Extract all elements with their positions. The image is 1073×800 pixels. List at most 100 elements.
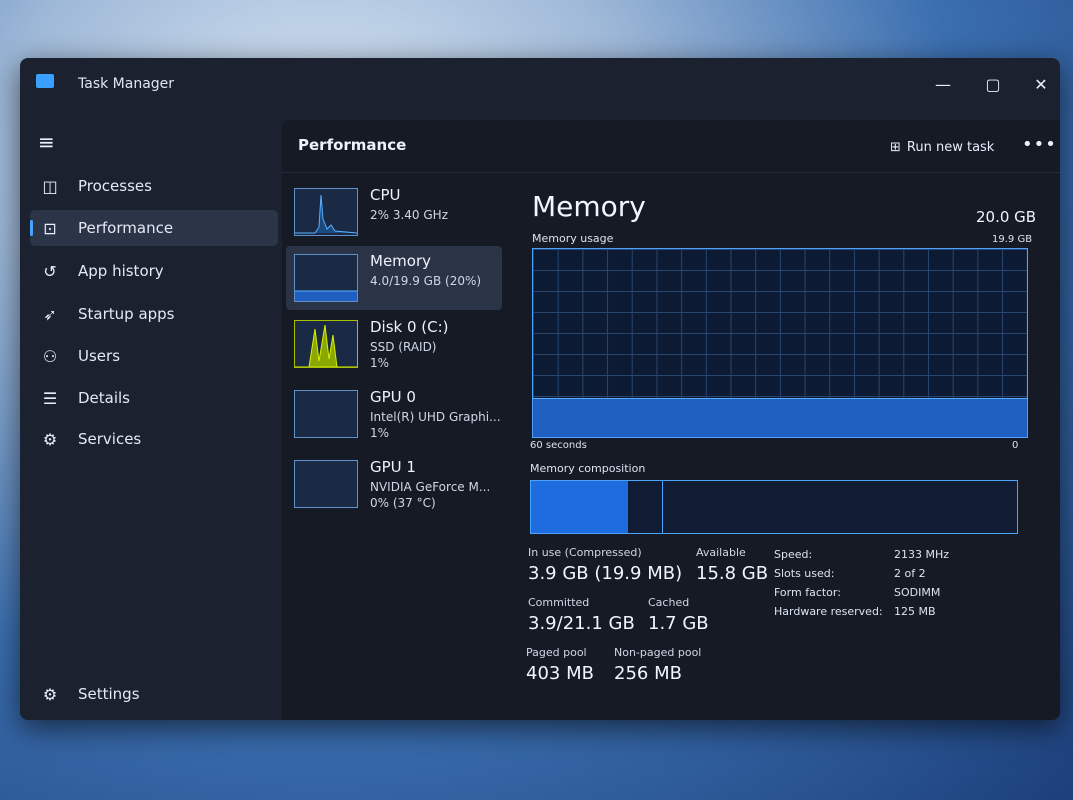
stat-committed: Committed 3.9/21.1 GB <box>528 596 635 634</box>
spec-speed-value: 2133 MHz <box>894 548 950 561</box>
spec-hw-reserved-value: 125 MB <box>894 605 936 618</box>
device-name: CPU <box>370 186 401 204</box>
sidebar-item-label: Services <box>78 430 142 448</box>
memory-usage-graph <box>532 248 1028 438</box>
services-icon: ⚙ <box>42 429 58 449</box>
processes-icon: ◫ <box>42 176 58 196</box>
sidebar-item-label: Settings <box>78 685 140 703</box>
device-detail: Intel(R) UHD Graphi... <box>370 410 501 424</box>
device-item-gpu1[interactable]: GPU 1 NVIDIA GeForce M... 0% (37 °C) <box>286 452 502 516</box>
minimize-button[interactable]: — <box>928 72 958 98</box>
sidebar-item-label: App history <box>78 262 164 280</box>
composition-in-use <box>531 481 629 533</box>
close-button[interactable]: ✕ <box>1026 72 1056 98</box>
sidebar-item-label: Startup apps <box>78 305 175 323</box>
device-detail: NVIDIA GeForce M... <box>370 480 491 494</box>
memory-title: Memory <box>532 190 646 223</box>
close-icon: ✕ <box>1034 75 1048 94</box>
stat-value: 3.9/21.1 GB <box>528 613 635 634</box>
stat-available: Available 15.8 GB <box>696 546 768 584</box>
history-icon: ↺ <box>43 261 57 281</box>
users-icon: ⚇ <box>42 346 58 366</box>
title-bar[interactable]: Task Manager — ▢ ✕ <box>20 58 1060 116</box>
stat-label: Non-paged pool <box>614 646 702 659</box>
graph-axis-left: 60 seconds <box>530 440 587 451</box>
spec-slots-value: 2 of 2 <box>894 567 926 580</box>
content-header: Performance ⊞ Run new task ••• <box>282 120 1060 173</box>
performance-icon: ⊡ <box>43 218 57 238</box>
memory-usage-max: 19.9 GB <box>992 234 1033 245</box>
device-item-gpu0[interactable]: GPU 0 Intel(R) UHD Graphi... 1% <box>286 382 502 446</box>
device-name: GPU 0 <box>370 388 416 406</box>
stat-label: Cached <box>648 596 690 609</box>
spec-slots-label: Slots used: <box>774 567 835 580</box>
memory-usage-fill <box>533 398 1027 437</box>
device-detail: 2% 3.40 GHz <box>370 208 449 222</box>
run-new-task-button[interactable]: ⊞ Run new task <box>890 140 994 155</box>
stat-value: 15.8 GB <box>696 563 769 584</box>
sidebar-item-details[interactable]: ☰ Details <box>30 380 278 416</box>
sidebar-item-settings[interactable]: ⚙ Settings <box>30 676 278 712</box>
spec-hw-reserved-label: Hardware reserved: <box>774 605 883 618</box>
device-usage: 1% <box>370 426 390 440</box>
sidebar-item-startup-apps[interactable]: ➶ Startup apps <box>30 296 278 332</box>
sidebar: ≡ ◫ Processes ⊡ Performance ↺ App histor… <box>20 116 282 720</box>
minimize-icon: — <box>935 75 951 94</box>
stat-non-paged-pool: Non-paged pool 256 MB <box>614 646 701 684</box>
maximize-button[interactable]: ▢ <box>978 72 1008 98</box>
cpu-sparkline <box>295 194 357 234</box>
device-name: GPU 1 <box>370 458 416 476</box>
memory-composition-label: Memory composition <box>530 462 646 475</box>
spec-form-factor-label: Form factor: <box>774 586 841 599</box>
stat-cached: Cached 1.7 GB <box>648 596 709 634</box>
device-usage: 1% <box>370 356 390 370</box>
device-usage: 0% (37 °C) <box>370 496 436 510</box>
sidebar-item-users[interactable]: ⚇ Users <box>30 338 278 374</box>
stat-paged-pool: Paged pool 403 MB <box>526 646 594 684</box>
sidebar-item-processes[interactable]: ◫ Processes <box>30 168 278 204</box>
more-icon[interactable]: ••• <box>1022 134 1057 155</box>
maximize-icon: ▢ <box>985 75 1001 94</box>
sidebar-item-app-history[interactable]: ↺ App history <box>30 253 278 289</box>
run-new-task-label: Run new task <box>906 140 995 155</box>
sidebar-item-services[interactable]: ⚙ Services <box>30 421 278 457</box>
memory-usage-label: Memory usage <box>532 232 614 245</box>
sidebar-item-label: Users <box>78 347 121 365</box>
device-detail: SSD (RAID) <box>370 340 437 354</box>
hamburger-icon[interactable]: ≡ <box>38 130 55 154</box>
device-name: Disk 0 (C:) <box>370 318 449 336</box>
disk-sparkline <box>295 324 357 367</box>
window-title: Task Manager <box>78 76 175 92</box>
stat-value: 3.9 GB (19.9 MB) <box>528 563 683 584</box>
disk-mini-graph <box>294 320 358 368</box>
page-title: Performance <box>298 136 407 154</box>
sidebar-item-performance[interactable]: ⊡ Performance <box>30 210 278 246</box>
stat-value: 1.7 GB <box>648 613 709 634</box>
cpu-mini-graph <box>294 188 358 236</box>
stat-in-use: In use (Compressed) 3.9 GB (19.9 MB) <box>528 546 682 584</box>
sidebar-item-label: Performance <box>78 219 174 237</box>
task-manager-icon <box>36 74 54 88</box>
device-detail: 4.0/19.9 GB (20%) <box>370 274 482 288</box>
gpu1-mini-graph <box>294 460 358 508</box>
composition-modified <box>662 481 664 533</box>
device-item-disk[interactable]: Disk 0 (C:) SSD (RAID) 1% <box>286 312 502 376</box>
startup-icon: ➶ <box>43 304 57 324</box>
stat-value: 403 MB <box>526 663 594 684</box>
stat-label: Committed <box>528 596 590 609</box>
memory-sparkline <box>295 290 357 301</box>
stat-label: Paged pool <box>526 646 587 659</box>
stat-label: Available <box>696 546 746 559</box>
spec-form-factor-value: SODIMM <box>894 586 941 599</box>
details-icon: ☰ <box>42 388 58 408</box>
gear-icon: ⚙ <box>42 684 58 704</box>
stat-label: In use (Compressed) <box>528 546 642 559</box>
memory-total: 20.0 GB <box>976 208 1037 226</box>
device-item-cpu[interactable]: CPU 2% 3.40 GHz <box>286 180 502 244</box>
main-content: Performance ⊞ Run new task ••• CPU 2% 3.… <box>282 120 1060 720</box>
device-name: Memory <box>370 252 432 270</box>
memory-mini-graph <box>294 254 358 302</box>
gpu0-mini-graph <box>294 390 358 438</box>
memory-composition-bar <box>530 480 1018 534</box>
device-item-memory[interactable]: Memory 4.0/19.9 GB (20%) <box>286 246 502 310</box>
